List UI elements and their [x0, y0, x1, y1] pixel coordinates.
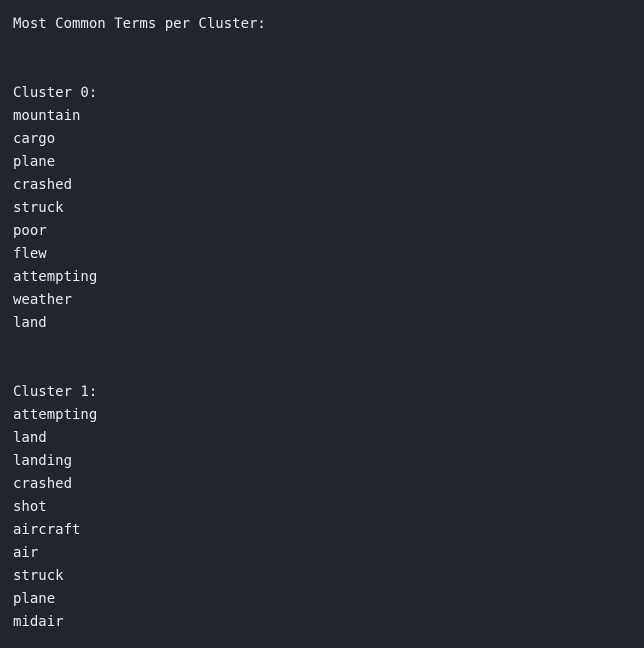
cluster-1-label: Cluster 1: — [13, 384, 98, 400]
cluster-1-term: midair — [13, 614, 64, 630]
cluster-1-term: attempting — [13, 407, 98, 423]
cluster-1-term: land — [13, 430, 47, 446]
console-output: Most Common Terms per Cluster: Cluster 0… — [13, 13, 633, 634]
cluster-1-term: crashed — [13, 476, 73, 492]
cluster-0-term: flew — [13, 246, 47, 262]
cluster-0-term: cargo — [13, 131, 56, 147]
cluster-1-term: shot — [13, 499, 47, 515]
cluster-0-term: weather — [13, 292, 73, 308]
cluster-1-term: air — [13, 545, 39, 561]
cluster-1-term: struck — [13, 568, 64, 584]
cluster-0-term: poor — [13, 223, 47, 239]
cluster-0-term: mountain — [13, 108, 81, 124]
cluster-0-term: plane — [13, 154, 56, 170]
output-heading: Most Common Terms per Cluster: — [13, 16, 266, 32]
cluster-0-term: attempting — [13, 269, 98, 285]
cluster-0-term: land — [13, 315, 47, 331]
cluster-1-term: aircraft — [13, 522, 81, 538]
cluster-1-term: landing — [13, 453, 73, 469]
cluster-0-term: crashed — [13, 177, 73, 193]
cluster-1-term: plane — [13, 591, 56, 607]
cluster-0-label: Cluster 0: — [13, 85, 98, 101]
cluster-0-term: struck — [13, 200, 64, 216]
